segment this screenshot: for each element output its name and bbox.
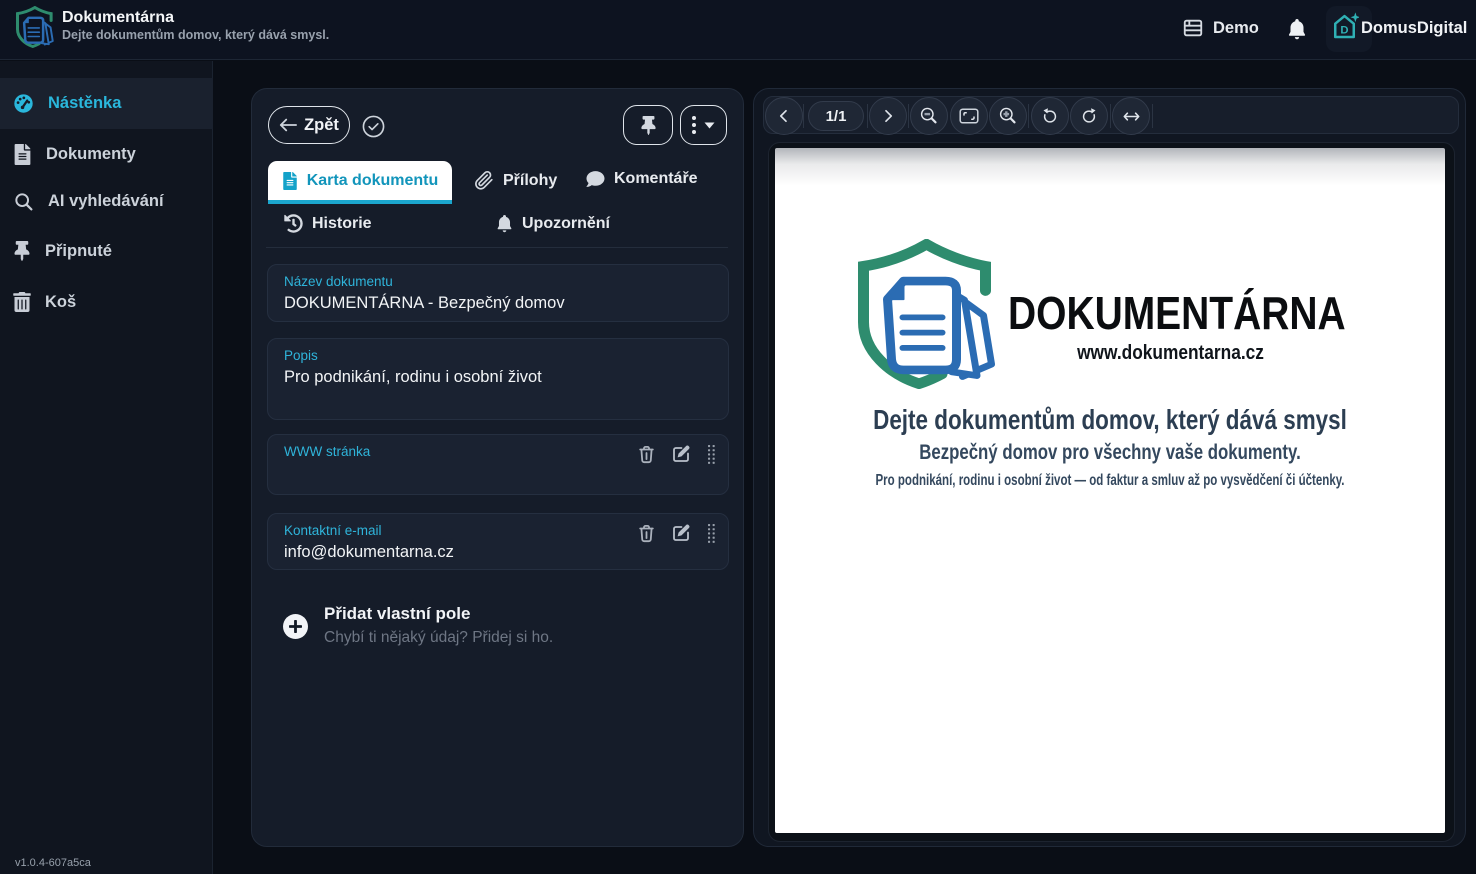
- svg-text:D: D: [1340, 24, 1348, 36]
